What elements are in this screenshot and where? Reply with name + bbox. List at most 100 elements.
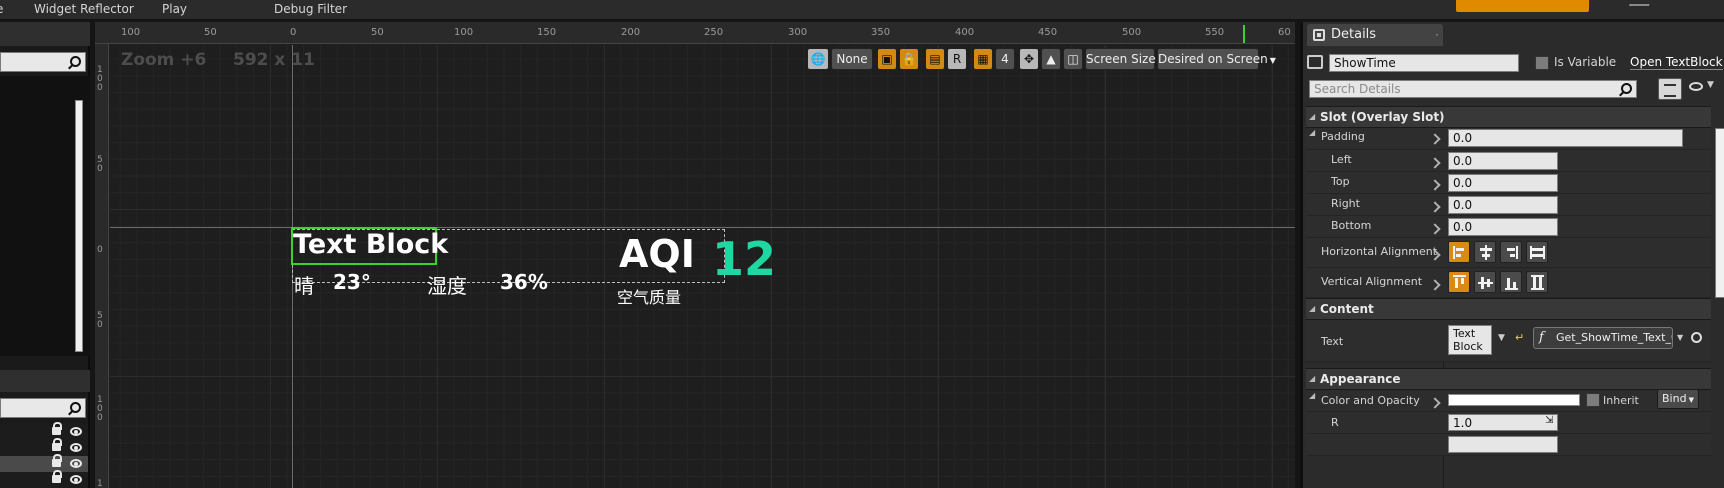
chevron-down-icon[interactable]: ▼ (1677, 333, 1683, 342)
g-channel-field[interactable] (1448, 436, 1558, 453)
h-align-right-button[interactable] (1500, 241, 1522, 263)
category-slot[interactable]: ◢ Slot (Overlay Slot) (1306, 106, 1711, 128)
toolbar-edge-icon (1628, 0, 1652, 6)
bottom-field[interactable]: 0.0 (1448, 218, 1558, 236)
menu-debug-filter[interactable]: Debug Filter (274, 0, 347, 18)
ruler-tick: 0 (290, 27, 297, 38)
eye-icon[interactable] (70, 459, 82, 468)
aqi-value: 12 (712, 232, 777, 286)
outline-toggle-icon[interactable]: ▣ (877, 48, 897, 70)
respect-locks-button[interactable]: R (947, 48, 967, 70)
ruler-tick: 100 (121, 27, 141, 38)
menu-bar: e Widget Reflector Play Debug Filter (0, 0, 1724, 20)
layout-toggle-icon[interactable]: ▤ (925, 48, 945, 70)
lock-toggle-icon[interactable]: 🔒 (899, 48, 919, 70)
browse-icon[interactable] (1691, 332, 1702, 343)
details-scrollbar[interactable] (1715, 128, 1724, 298)
v-align-center-button[interactable] (1474, 271, 1496, 293)
right-field[interactable]: 0.0 (1448, 196, 1558, 214)
v-align-fill-button[interactable] (1526, 271, 1548, 293)
is-variable-checkbox[interactable] (1535, 56, 1549, 70)
details-tab[interactable]: Details · (1307, 24, 1443, 46)
menu-widget-reflector[interactable]: Widget Reflector (34, 0, 134, 18)
eye-icon[interactable] (70, 427, 82, 436)
hierarchy-row-selected[interactable] (0, 454, 88, 472)
globe-icon[interactable]: 🌐 (807, 48, 829, 70)
background-icon[interactable]: ▲ (1041, 48, 1061, 70)
axis-horizontal (110, 227, 1295, 228)
ruler-tick: 5 0 (97, 155, 103, 174)
category-content[interactable]: ◢ Content (1306, 298, 1711, 320)
resize-icon[interactable]: ✥ (1019, 48, 1039, 70)
ruler-tick: 400 (955, 27, 975, 38)
text-field[interactable]: Text Block (1448, 325, 1492, 355)
text-binding-dropdown[interactable]: f Get_ShowTime_Text_0 (1533, 327, 1673, 349)
palette-scrollbar[interactable] (75, 100, 83, 352)
inherit-checkbox[interactable] (1586, 393, 1600, 407)
drag-arrow-icon[interactable]: ⇲ (1545, 415, 1553, 426)
eye-icon[interactable] (70, 443, 82, 452)
left-field[interactable]: 0.0 (1448, 152, 1558, 170)
right-label: Right (1331, 197, 1360, 210)
view-options-icon[interactable] (1689, 82, 1703, 91)
v-align-label: Vertical Alignment (1321, 275, 1423, 288)
grid-size-dropdown[interactable]: 4 (995, 48, 1015, 70)
category-slot-label: Slot (Overlay Slot) (1320, 110, 1445, 124)
chevron-down-icon[interactable]: ▼ (1707, 80, 1714, 90)
hierarchy-row[interactable] (0, 470, 88, 488)
color-swatch[interactable] (1448, 394, 1580, 406)
h-align-label: Horizontal Alignment (1321, 245, 1438, 258)
v-align-bottom-button[interactable] (1500, 271, 1522, 293)
lock-icon[interactable] (52, 438, 62, 451)
link-arrow-icon[interactable]: ↵ (1515, 331, 1524, 344)
fill-mode-dropdown[interactable]: Desired on Screen ▼ (1157, 48, 1276, 70)
grid-snap-icon[interactable]: ▦ (973, 48, 993, 70)
search-details-input[interactable]: Search Details (1309, 80, 1637, 98)
hierarchy-row[interactable] (0, 438, 88, 456)
lock-icon[interactable] (52, 422, 62, 435)
details-tab-title: Details (1331, 27, 1377, 42)
ruler-tick: 50 (204, 27, 217, 38)
h-align-left-button[interactable] (1448, 241, 1470, 263)
close-icon[interactable]: · (1435, 24, 1439, 46)
chevron-down-icon[interactable]: ▼ (1498, 333, 1505, 343)
menu-item-truncated[interactable]: e (0, 0, 3, 18)
category-appearance[interactable]: ◢ Appearance (1306, 368, 1711, 390)
widget-name-field[interactable]: ShowTime (1329, 54, 1519, 72)
r-channel-field[interactable]: 1.0 (1448, 414, 1558, 431)
resolution-label: 592 x 11 (233, 50, 315, 70)
expand-triangle-icon[interactable]: ◢ (1309, 391, 1315, 400)
h-align-fill-button[interactable] (1526, 241, 1548, 263)
eye-icon[interactable] (70, 475, 82, 484)
ruler-left: 1 0 0 5 0 0 5 0 1 0 0 1 5 (95, 44, 109, 488)
compile-button[interactable] (1456, 0, 1589, 12)
mirror-icon[interactable]: ◫ (1063, 48, 1083, 70)
details-panel: Details · ShowTime Is Variable Open Text… (1300, 22, 1724, 488)
bind-label: Bind (1662, 392, 1687, 405)
function-icon: f (1539, 330, 1544, 345)
screen-size-label: Screen Size (1086, 52, 1156, 66)
open-textblock-link[interactable]: Open TextBlock (1630, 55, 1723, 70)
localization-dropdown[interactable]: None (831, 48, 873, 70)
property-matrix-icon[interactable] (1658, 78, 1682, 100)
category-content-label: Content (1320, 302, 1374, 316)
top-field[interactable]: 0.0 (1448, 174, 1558, 192)
designer-canvas[interactable]: 100 50 0 50 100 150 200 250 300 350 400 … (95, 22, 1295, 488)
bind-button[interactable]: Bind ▼ (1657, 389, 1699, 409)
expand-triangle-icon[interactable]: ◢ (1309, 128, 1315, 137)
screen-size-dropdown[interactable]: Screen Size▼ (1085, 48, 1164, 70)
hierarchy-search-input[interactable] (0, 398, 86, 418)
ruler-top: 100 50 0 50 100 150 200 250 300 350 400 … (95, 22, 1295, 44)
search-icon (1621, 83, 1632, 94)
left-panel (0, 22, 90, 488)
lock-icon[interactable] (52, 454, 62, 467)
hierarchy-row[interactable] (0, 422, 88, 440)
padding-field[interactable]: 0.0 (1448, 129, 1683, 147)
zoom-label: Zoom +6 (121, 50, 207, 70)
palette-search-input[interactable] (0, 52, 86, 72)
menu-play[interactable]: Play (162, 0, 187, 18)
lock-icon[interactable] (52, 470, 62, 483)
v-align-top-button[interactable] (1448, 271, 1470, 293)
search-details-placeholder: Search Details (1314, 82, 1401, 96)
h-align-center-button[interactable] (1474, 241, 1496, 263)
